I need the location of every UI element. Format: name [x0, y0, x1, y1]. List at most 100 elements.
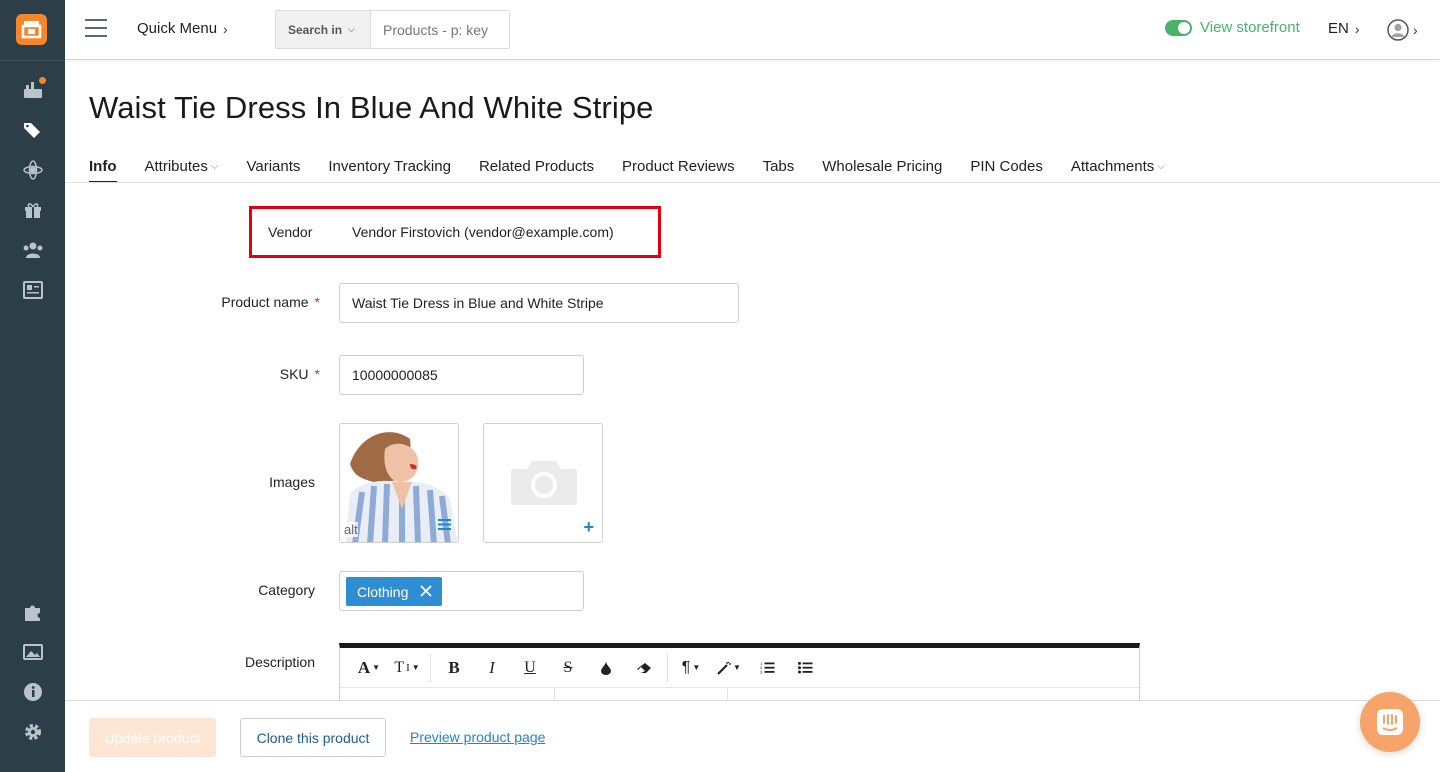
magic-wand-icon[interactable]: ▼ — [710, 653, 748, 683]
tab-wholesale-pricing[interactable]: Wholesale Pricing — [822, 158, 942, 183]
clone-product-button[interactable]: Clone this product — [240, 718, 386, 757]
tab-attachments[interactable]: Attachments ⌵ — [1071, 158, 1165, 183]
image-options-icon[interactable] — [438, 517, 451, 535]
underline-icon[interactable]: U — [511, 653, 549, 683]
image-alt-label: alt — [344, 522, 358, 537]
product-name-input[interactable] — [339, 283, 739, 323]
tab-tabs[interactable]: Tabs — [763, 158, 795, 183]
update-product-button[interactable]: Update product — [89, 718, 216, 757]
category-input[interactable]: Clothing — [339, 571, 584, 611]
tab-label: Attributes — [144, 158, 208, 175]
product-tabs: Info Attributes ⌵ Variants Inventory Trac… — [89, 158, 1193, 183]
dashboard-icon[interactable] — [22, 77, 46, 100]
image-icon[interactable] — [22, 642, 44, 662]
language-selector[interactable]: EN › — [1328, 20, 1360, 37]
chat-icon — [1377, 709, 1403, 735]
ordered-list-icon[interactable]: 123 — [748, 653, 786, 683]
color-drop-icon[interactable] — [587, 653, 625, 683]
tab-label: Info — [89, 158, 117, 175]
text-size-icon[interactable]: T I ▼ — [388, 653, 426, 683]
font-icon[interactable]: A ▼ — [350, 653, 388, 683]
preview-product-page-link[interactable]: Preview product page — [410, 729, 545, 745]
tab-label: PIN Codes — [970, 158, 1043, 175]
tab-label: Variants — [246, 158, 301, 175]
tab-related-products[interactable]: Related Products — [479, 158, 594, 183]
add-image-button[interactable]: + — [483, 423, 603, 543]
view-storefront-toggle[interactable]: View storefront — [1165, 19, 1300, 36]
tabs-divider — [65, 182, 1440, 183]
eraser-icon[interactable] — [625, 653, 663, 683]
language-label: EN — [1328, 20, 1349, 37]
users-icon[interactable] — [22, 240, 44, 260]
user-menu[interactable]: › — [1387, 19, 1418, 41]
required-marker: * — [314, 366, 320, 382]
chevron-down-icon: ⌵ — [348, 24, 355, 34]
toolbar-divider — [430, 653, 431, 682]
toggle-switch-icon[interactable] — [1165, 19, 1192, 36]
action-footer: Update product Clone this product Previe… — [65, 700, 1440, 772]
editor-toolbar: A ▼ T I ▼ B I U S ¶ ▼ ▼ 123 — [340, 648, 1139, 688]
category-chip[interactable]: Clothing — [346, 577, 443, 606]
product-name-label: Product name * — [120, 294, 320, 310]
sku-label-text: SKU — [279, 366, 309, 382]
newspaper-icon[interactable] — [22, 280, 44, 300]
svg-text:3: 3 — [760, 670, 763, 675]
search-scope-label: Search in — [288, 22, 343, 37]
sidebar — [0, 0, 65, 772]
user-avatar-icon — [1387, 19, 1409, 41]
italic-icon[interactable]: I — [473, 653, 511, 683]
search-scope-dropdown[interactable]: Search in ⌵ — [276, 11, 371, 48]
chevron-down-icon: ⌵ — [210, 161, 219, 172]
view-storefront-label: View storefront — [1200, 19, 1300, 36]
chevron-right-icon: › — [1354, 20, 1360, 37]
plus-icon: + — [583, 517, 594, 537]
chevron-down-icon: ⌵ — [1157, 161, 1165, 172]
logo-icon[interactable] — [16, 14, 47, 45]
close-icon[interactable] — [420, 584, 433, 600]
tab-label: Related Products — [478, 158, 595, 175]
tab-product-reviews[interactable]: Product Reviews — [622, 158, 735, 183]
search-input[interactable] — [371, 11, 509, 48]
bold-icon[interactable]: B — [435, 653, 473, 683]
tab-attributes[interactable]: Attributes ⌵ — [145, 158, 219, 183]
puzzle-icon[interactable] — [22, 602, 44, 622]
info-icon[interactable] — [22, 682, 44, 702]
tab-info[interactable]: Info — [89, 158, 117, 183]
notification-dot — [39, 77, 46, 84]
toolbar-divider — [667, 653, 668, 682]
required-marker: * — [314, 294, 320, 310]
gear-icon[interactable] — [22, 722, 44, 742]
tab-pin-codes[interactable]: PIN Codes — [970, 158, 1043, 183]
sku-input[interactable] — [339, 355, 584, 395]
search-bar: Search in ⌵ — [275, 10, 510, 49]
strikethrough-icon[interactable]: S — [549, 653, 587, 683]
tab-label: Tabs — [762, 158, 795, 175]
vendor-label: Vendor — [268, 224, 313, 240]
tab-label: Inventory Tracking — [328, 158, 451, 175]
sidebar-divider — [0, 60, 65, 61]
atom-icon[interactable] — [22, 160, 44, 180]
sku-label: SKU * — [120, 366, 320, 382]
tab-variants[interactable]: Variants — [246, 158, 300, 183]
description-label: Description — [244, 654, 315, 670]
gift-icon[interactable] — [22, 200, 44, 220]
hamburger-menu-icon[interactable] — [85, 19, 107, 39]
tab-label: Wholesale Pricing — [822, 158, 943, 175]
tab-label: Attachments — [1070, 158, 1155, 175]
images-label: Images — [269, 474, 315, 490]
product-name-label-text: Product name — [221, 294, 309, 310]
tab-label: Product Reviews — [622, 158, 735, 175]
product-image-thumbnail[interactable]: alt — [339, 423, 459, 543]
top-header: Quick Menu › Search in ⌵ View storefront… — [65, 0, 1440, 60]
chat-widget-button[interactable] — [1360, 692, 1420, 752]
chevron-right-icon: › — [1413, 22, 1418, 38]
tab-inventory-tracking[interactable]: Inventory Tracking — [328, 158, 451, 183]
unordered-list-icon[interactable] — [786, 653, 824, 683]
paragraph-icon[interactable]: ¶ ▼ — [672, 653, 710, 683]
vendor-row-highlight: Vendor Vendor Firstovich (vendor@example… — [249, 206, 661, 258]
category-chip-label: Clothing — [357, 583, 409, 600]
page-title: Waist Tie Dress In Blue And White Stripe — [89, 90, 654, 125]
tags-icon[interactable] — [22, 120, 44, 140]
quick-menu-button[interactable]: Quick Menu › — [137, 20, 228, 37]
vendor-value: Vendor Firstovich (vendor@example.com) — [352, 224, 614, 240]
